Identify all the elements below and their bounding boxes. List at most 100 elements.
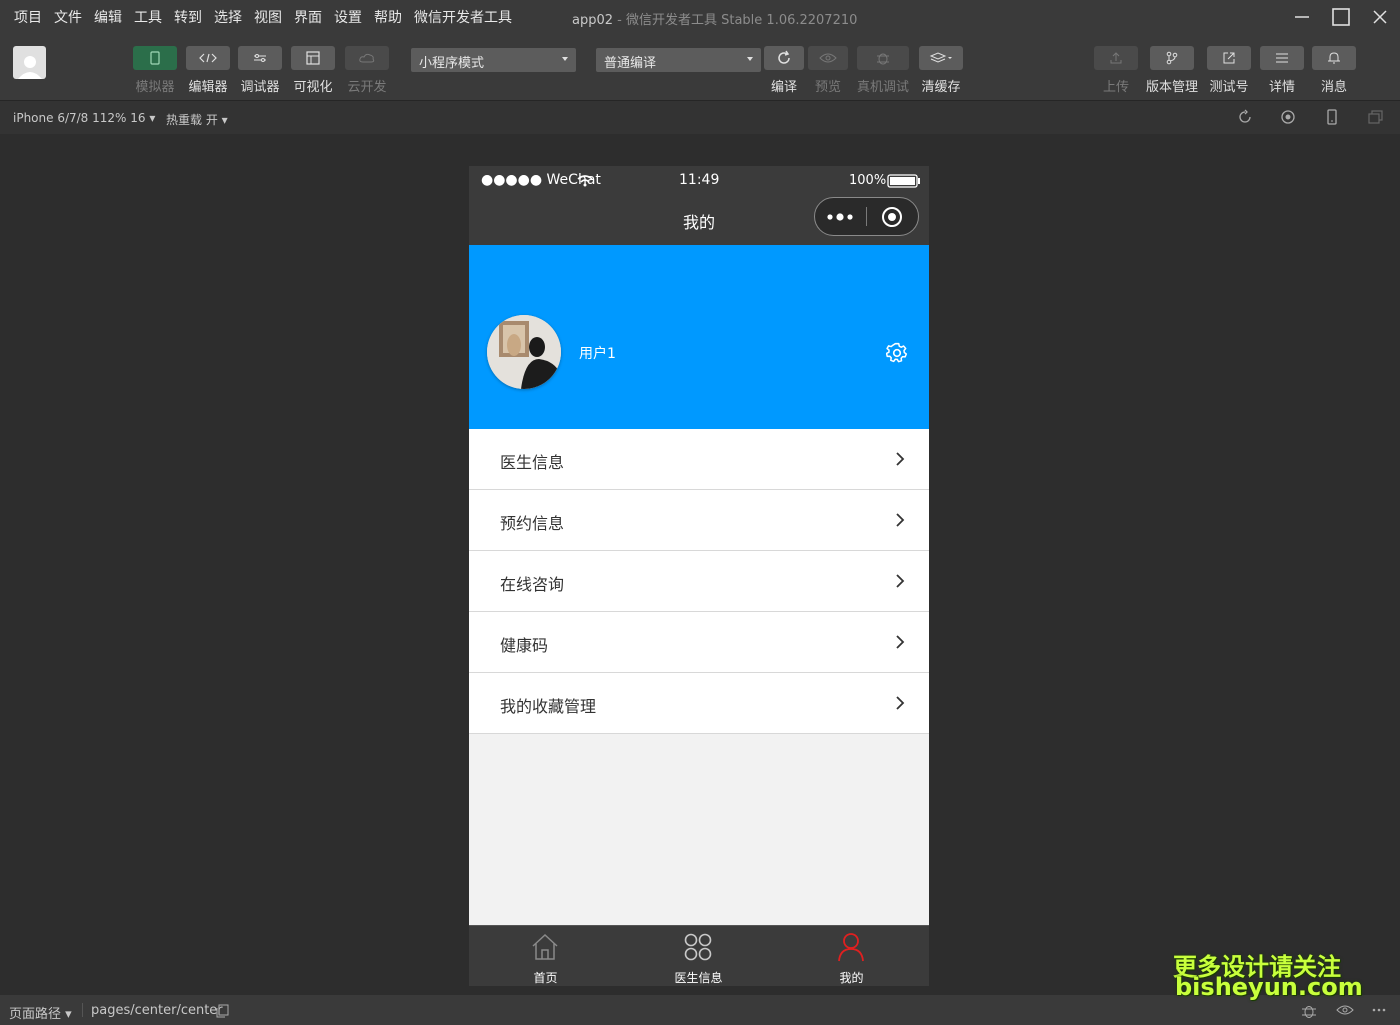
menu-item-edit[interactable]: 编辑 — [94, 7, 122, 27]
menu-item-label: 预约信息 — [500, 514, 565, 533]
menu-item-view[interactable]: 视图 — [254, 7, 282, 27]
device-icon[interactable] — [1324, 109, 1340, 125]
menu-item-doctor-info[interactable]: 医生信息 — [469, 429, 929, 490]
layout-icon — [291, 46, 335, 70]
maximize-button[interactable] — [1323, 0, 1359, 34]
device-select[interactable]: iPhone 6/7/8 112% 16 ▾ — [13, 111, 155, 125]
eye-icon — [808, 46, 848, 70]
tab-label: 医生信息 — [674, 971, 723, 985]
close-icon — [1373, 10, 1387, 24]
hot-reload-toggle[interactable]: 热重载 开 ▾ — [166, 111, 228, 128]
more-icon[interactable] — [1372, 1004, 1386, 1016]
bell-icon — [1312, 46, 1356, 70]
visual-toggle[interactable]: 可视化 — [291, 46, 335, 95]
tab-label: 首页 — [533, 971, 558, 985]
upload-label: 上传 — [1102, 80, 1129, 95]
stop-icon[interactable] — [1280, 109, 1296, 125]
tab-mine[interactable]: 我的 — [775, 926, 928, 986]
menu-item-label: 健康码 — [500, 636, 549, 655]
compile-select-value: 普通编译 — [604, 56, 657, 71]
real-debug-label: 真机调试 — [857, 80, 910, 95]
window-icon[interactable] — [1367, 109, 1383, 125]
bug-icon[interactable] — [1300, 1003, 1318, 1019]
close-target-icon[interactable] — [881, 206, 903, 228]
upload-icon — [1094, 46, 1138, 70]
preview-label: 预览 — [814, 80, 841, 95]
menu-item-interface[interactable]: 界面 — [294, 7, 322, 27]
menu-item-appointments[interactable]: 预约信息 — [469, 490, 929, 551]
eye-icon[interactable] — [1336, 1004, 1354, 1016]
messages-label: 消息 — [1320, 80, 1347, 95]
menu-item-settings[interactable]: 设置 — [334, 7, 362, 27]
messages-button[interactable]: 消息 — [1312, 46, 1356, 95]
menu-bar: 项目 文件 编辑 工具 转到 选择 视图 界面 设置 帮助 微信开发者工具 — [8, 0, 518, 34]
test-account-button[interactable]: 测试号 — [1207, 46, 1251, 95]
page-path-label[interactable]: 页面路径 ▾ — [9, 1003, 72, 1022]
menu-item-label: 医生信息 — [500, 453, 565, 472]
editor-label: 编辑器 — [188, 80, 228, 95]
minimize-button[interactable] — [1284, 0, 1320, 34]
close-button[interactable] — [1362, 0, 1398, 34]
chevron-down-icon — [562, 57, 568, 61]
menu-item-label: 在线咨询 — [500, 575, 565, 594]
menu-item-label: 我的收藏管理 — [500, 697, 597, 716]
menu-item-health-code[interactable]: 健康码 — [469, 612, 929, 673]
avatar[interactable] — [487, 315, 561, 389]
tab-label: 我的 — [839, 971, 864, 985]
user-icon — [17, 56, 42, 79]
version-label: 版本管理 — [1146, 80, 1199, 95]
preview-button[interactable]: 预览 — [808, 46, 848, 95]
tab-doctor-info[interactable]: 医生信息 — [622, 926, 775, 986]
menu-item-goto[interactable]: 转到 — [174, 7, 202, 27]
simulator-label: 模拟器 — [135, 80, 175, 95]
menu-item-help[interactable]: 帮助 — [374, 7, 402, 27]
profile-header: 用户1 — [469, 245, 929, 429]
gear-icon[interactable] — [886, 342, 908, 364]
details-label: 详情 — [1268, 80, 1295, 95]
person-icon — [838, 933, 864, 962]
editor-toggle[interactable]: 编辑器 — [186, 46, 230, 95]
upload-button[interactable]: 上传 — [1094, 46, 1138, 95]
clear-cache-label: 清缓存 — [921, 80, 961, 95]
chevron-right-icon — [896, 452, 905, 466]
menu-icon — [1260, 46, 1304, 70]
cloud-toggle[interactable]: 云开发 — [345, 46, 389, 95]
simulator-bar: iPhone 6/7/8 112% 16 ▾ 热重载 开 ▾ — [0, 100, 1400, 134]
menu-item-select[interactable]: 选择 — [214, 7, 242, 27]
menu-item-tools[interactable]: 工具 — [134, 7, 162, 27]
details-button[interactable]: 详情 — [1260, 46, 1304, 95]
code-icon — [186, 46, 230, 70]
refresh-icon — [764, 46, 804, 70]
clock-label: 11:49 — [679, 172, 720, 188]
title-bar: 项目 文件 编辑 工具 转到 选择 视图 界面 设置 帮助 微信开发者工具 ap… — [0, 0, 1400, 34]
menu-item-online-consult[interactable]: 在线咨询 — [469, 551, 929, 612]
grid-icon — [684, 933, 712, 961]
menu-item-project[interactable]: 项目 — [14, 7, 42, 27]
menu-item-file[interactable]: 文件 — [54, 7, 82, 27]
phone-icon — [133, 46, 177, 70]
menu-item-favorites[interactable]: 我的收藏管理 — [469, 673, 929, 734]
real-debug-button[interactable]: 真机调试 — [857, 46, 909, 95]
avatar-photo — [487, 315, 561, 389]
clear-cache-button[interactable]: 清缓存 — [919, 46, 963, 95]
version-button[interactable]: 版本管理 — [1146, 46, 1198, 95]
copy-icon[interactable] — [215, 1004, 229, 1018]
more-icon[interactable] — [825, 210, 857, 224]
debugger-toggle[interactable]: 调试器 — [238, 46, 282, 95]
compile-button[interactable]: 编译 — [764, 46, 804, 95]
mode-select-value: 小程序模式 — [419, 56, 485, 71]
battery-label: 100% — [849, 173, 887, 188]
chevron-down-icon — [747, 57, 753, 61]
simulator-toggle[interactable]: 模拟器 — [133, 46, 177, 95]
visual-label: 可视化 — [293, 80, 333, 95]
divider — [82, 1003, 83, 1017]
menu-item-devtools[interactable]: 微信开发者工具 — [414, 7, 512, 27]
chevron-right-icon — [896, 635, 905, 649]
compile-select[interactable]: 普通编译 — [596, 48, 761, 72]
account-avatar-button[interactable] — [13, 46, 46, 79]
mode-select[interactable]: 小程序模式 — [411, 48, 576, 72]
rotate-icon[interactable] — [1237, 109, 1253, 125]
chevron-right-icon — [896, 574, 905, 588]
tab-home[interactable]: 首页 — [469, 926, 622, 986]
branch-icon — [1150, 46, 1194, 70]
